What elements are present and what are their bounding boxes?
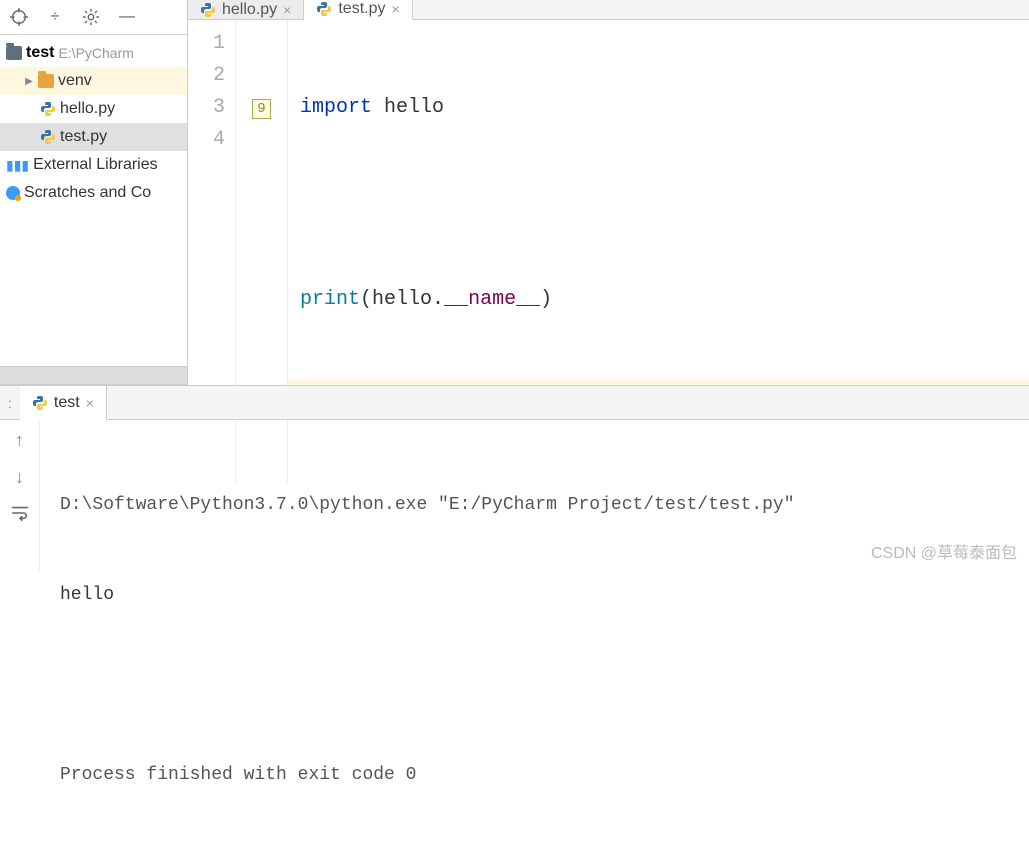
run-tabs-bar: : test × [0, 386, 1029, 420]
tab-label: test.py [338, 0, 385, 18]
paren: ( [360, 288, 372, 311]
gutter-badge[interactable]: 9 [252, 99, 270, 119]
code-line [300, 188, 1017, 220]
folder-icon [38, 74, 54, 88]
sidebar-footer [0, 366, 187, 384]
library-icon: ▮▮▮ [6, 157, 29, 174]
code-line: print(hello.__name__) [300, 284, 1017, 316]
attribute: __name__ [444, 288, 540, 311]
run-panel: : test × ↑ ↓ D:\Software\Python3.7.0\pyt… [0, 385, 1029, 571]
project-root-row[interactable]: test E:\PyCharm [0, 39, 187, 67]
editor-area: hello.py × test.py × 1 2 3 4 9 [188, 0, 1029, 384]
line-number: 1 [188, 28, 225, 60]
tree-item-hello[interactable]: hello.py [0, 95, 187, 123]
tab-hello[interactable]: hello.py × [188, 0, 304, 19]
tree-item-label: test.py [60, 128, 107, 146]
console-line: D:\Software\Python3.7.0\python.exe "E:/P… [60, 490, 1009, 520]
run-tab-test[interactable]: test × [20, 386, 107, 420]
close-icon[interactable]: × [283, 2, 291, 18]
tab-test[interactable]: test.py × [304, 0, 412, 20]
run-gutter: ↑ ↓ [0, 420, 40, 571]
python-file-icon [32, 395, 48, 411]
gear-icon[interactable] [82, 8, 100, 26]
python-file-icon [316, 1, 332, 17]
project-sidebar: ÷ — test E:\PyCharm ▶ venv hello.py [0, 0, 188, 384]
soft-wrap-icon[interactable] [11, 504, 29, 527]
tree-item-scratches[interactable]: Scratches and Co [0, 179, 187, 207]
paren: ) [540, 288, 552, 311]
tree-item-label: Scratches and Co [24, 184, 151, 202]
sidebar-toolbar: ÷ — [0, 0, 187, 35]
tree-item-venv[interactable]: ▶ venv [0, 67, 187, 95]
chevron-right-icon: ▶ [24, 76, 34, 87]
run-prefix-label: : [0, 395, 20, 411]
tree-item-label: hello.py [60, 100, 115, 118]
tree-item-label: External Libraries [33, 156, 158, 174]
divide-icon[interactable]: ÷ [46, 8, 64, 26]
scratches-icon [6, 186, 20, 200]
target-icon[interactable] [10, 8, 28, 26]
line-number: 2 [188, 60, 225, 92]
tree-item-test[interactable]: test.py [0, 123, 187, 151]
line-number: 3 [188, 92, 225, 124]
console-exit-line: Process finished with exit code 0 [60, 760, 1009, 790]
close-icon[interactable]: × [86, 395, 94, 411]
python-file-icon [200, 2, 216, 18]
python-file-icon [40, 129, 56, 145]
scroll-down-icon[interactable]: ↓ [15, 467, 24, 488]
code-line: import hello [300, 92, 1017, 124]
run-tab-label: test [54, 394, 80, 412]
run-body: ↑ ↓ D:\Software\Python3.7.0\python.exe "… [0, 420, 1029, 571]
project-root-name: test [26, 44, 54, 62]
console-output[interactable]: D:\Software\Python3.7.0\python.exe "E:/P… [40, 420, 1029, 571]
keyword: import [300, 96, 372, 119]
project-root-path: E:\PyCharm [58, 45, 133, 61]
minimize-icon[interactable]: — [118, 8, 136, 26]
tab-label: hello.py [222, 1, 277, 19]
close-icon[interactable]: × [391, 1, 399, 17]
editor-tabs: hello.py × test.py × [188, 0, 1029, 20]
scroll-up-icon[interactable]: ↑ [15, 430, 24, 451]
function-call: print [300, 288, 360, 311]
folder-icon [6, 46, 22, 60]
tree-item-label: venv [58, 72, 92, 90]
python-file-icon [40, 101, 56, 117]
identifier: hello [384, 96, 444, 119]
console-line: hello [60, 580, 1009, 610]
line-number: 4 [188, 124, 225, 156]
project-tree: test E:\PyCharm ▶ venv hello.py test.py [0, 35, 187, 366]
dot: . [432, 288, 444, 311]
identifier: hello [372, 288, 432, 311]
tree-item-external-libs[interactable]: ▮▮▮ External Libraries [0, 151, 187, 179]
